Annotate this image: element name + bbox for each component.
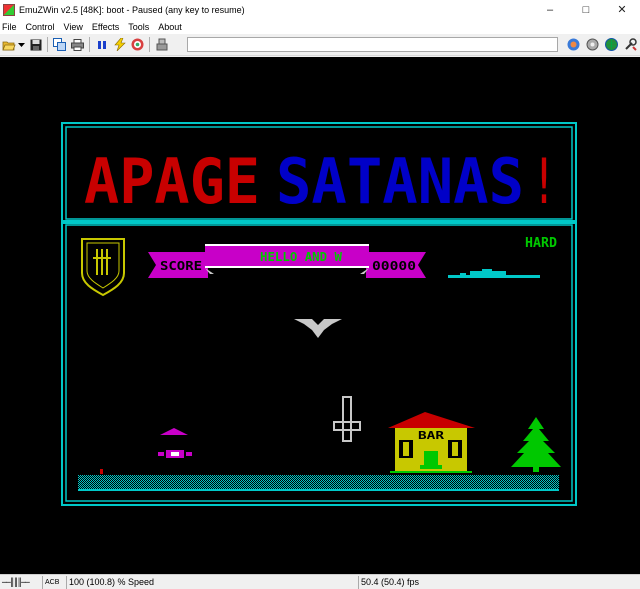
tools-icon[interactable] xyxy=(623,37,638,52)
app-icon xyxy=(3,3,15,16)
game-display: APAGE SATANAS ! HARD SCORE HELLO AND W 0… xyxy=(61,122,577,506)
dropdown-arrow-icon[interactable] xyxy=(17,37,25,52)
ground-strip xyxy=(78,469,559,491)
status-bar: ──║║║── ACB 100 (100.8) % Speed 50.4 (50… xyxy=(0,574,640,589)
close-button[interactable]: ✕ xyxy=(604,0,640,19)
joystick-icon[interactable] xyxy=(566,37,581,52)
bar-building: BAR xyxy=(388,412,475,473)
difficulty-label: HARD xyxy=(525,236,557,251)
inverted-cross-sprite xyxy=(333,396,361,442)
save-icon[interactable] xyxy=(28,37,43,52)
score-banner: SCORE HELLO AND W 00000 xyxy=(148,244,426,278)
game-title-blue: SATANAS xyxy=(276,145,524,218)
open-icon[interactable] xyxy=(1,37,16,52)
sound-icon[interactable] xyxy=(130,37,145,52)
window-controls: – □ ✕ xyxy=(532,0,640,19)
menu-view[interactable]: View xyxy=(61,22,89,32)
menu-tools[interactable]: Tools xyxy=(125,22,155,32)
tape-indicator: ──║║║── xyxy=(2,577,30,587)
emulator-screen[interactable]: APAGE SATANAS ! HARD SCORE HELLO AND W 0… xyxy=(0,57,640,574)
game-title-exclamation: ! xyxy=(534,145,554,218)
print-icon[interactable] xyxy=(70,37,85,52)
menu-control[interactable]: Control xyxy=(23,22,61,32)
pine-tree-sprite xyxy=(511,417,561,472)
bird-sprite xyxy=(294,319,342,338)
score-value: 00000 xyxy=(372,259,416,273)
title-bar: EmuZWin v2.5 [48K]: boot - Paused (any k… xyxy=(0,0,640,19)
toolbar-separator xyxy=(89,37,90,52)
copy-icon[interactable] xyxy=(52,37,67,52)
bar-sign: BAR xyxy=(418,429,444,442)
tape-icon[interactable] xyxy=(154,37,169,52)
toolbar-right xyxy=(566,37,638,52)
lightning-icon[interactable] xyxy=(112,37,127,52)
address-field[interactable] xyxy=(187,37,558,52)
score-label: SCORE xyxy=(160,259,202,273)
toolbar-separator xyxy=(149,37,150,52)
menu-bar: File Control View Effects Tools About xyxy=(0,19,640,34)
window-title: EmuZWin v2.5 [48K]: boot - Paused (any k… xyxy=(19,4,245,15)
speed-readout: 100 (100.8) % Speed xyxy=(66,575,358,589)
game-title-red: APAGE xyxy=(84,145,260,218)
fps-readout: 50.4 (50.4) fps xyxy=(358,575,640,589)
menu-about[interactable]: About xyxy=(155,22,188,32)
minimize-button[interactable]: – xyxy=(532,0,568,19)
pause-icon[interactable] xyxy=(94,37,109,52)
toolbar xyxy=(0,34,640,56)
emulator-window: EmuZWin v2.5 [48K]: boot - Paused (any k… xyxy=(0,0,640,589)
cloud-sprite xyxy=(448,269,540,278)
toolbar-separator xyxy=(47,37,48,52)
shield-icon xyxy=(81,238,125,297)
acb-indicator: ACB xyxy=(42,575,66,589)
globe-icon[interactable] xyxy=(604,37,619,52)
settings-icon[interactable] xyxy=(585,37,600,52)
menu-effects[interactable]: Effects xyxy=(89,22,125,32)
maximize-button[interactable]: □ xyxy=(568,0,604,19)
menu-file[interactable]: File xyxy=(0,22,23,32)
player-sprite xyxy=(158,428,192,458)
scroll-message: HELLO AND W xyxy=(260,250,343,264)
